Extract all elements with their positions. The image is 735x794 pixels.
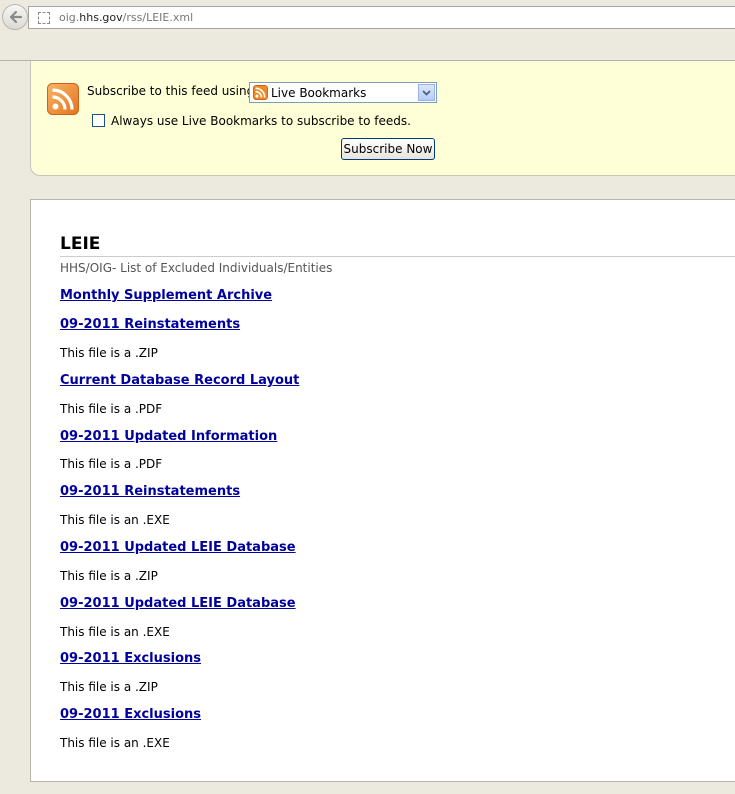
feed-title: LEIE bbox=[60, 234, 101, 254]
title-divider bbox=[60, 256, 735, 257]
live-bookmarks-icon bbox=[253, 85, 268, 100]
subscribe-now-button[interactable]: Subscribe Now bbox=[341, 138, 435, 160]
feed-item-link[interactable]: 09-2011 Exclusions bbox=[60, 707, 201, 723]
feed-reader-select[interactable]: Live Bookmarks bbox=[249, 82, 437, 103]
feed-item-description: This file is a .ZIP bbox=[60, 569, 158, 583]
feed-item-link[interactable]: 09-2011 Exclusions bbox=[60, 651, 201, 667]
feed-item-link[interactable]: Current Database Record Layout bbox=[60, 373, 299, 389]
feed-item-description: This file is a .ZIP bbox=[60, 346, 158, 360]
feed-item-link[interactable]: 09-2011 Updated Information bbox=[60, 429, 277, 445]
feed-item-description: This file is an .EXE bbox=[60, 513, 170, 527]
address-bar[interactable]: oig.hhs.gov/rss/LEIE.xml bbox=[28, 6, 735, 29]
feed-item-link[interactable]: 09-2011 Reinstatements bbox=[60, 317, 240, 333]
subscribe-label: Subscribe to this feed using bbox=[87, 84, 255, 98]
browser-toolbar: oig.hhs.gov/rss/LEIE.xml bbox=[0, 0, 735, 60]
site-identity-icon[interactable] bbox=[38, 11, 50, 24]
feed-item-description: This file is a .ZIP bbox=[60, 680, 158, 694]
dropdown-arrow-button[interactable] bbox=[418, 84, 435, 101]
feed-item-link[interactable]: Monthly Supplement Archive bbox=[60, 288, 272, 304]
feed-item-description: This file is a .PDF bbox=[60, 457, 163, 471]
feed-item-description: This file is an .EXE bbox=[60, 736, 170, 750]
subscribe-panel: Subscribe to this feed using Live Bookma… bbox=[30, 61, 735, 176]
feed-subtitle: HHS/OIG- List of Excluded Individuals/En… bbox=[60, 261, 333, 275]
selected-reader: Live Bookmarks bbox=[271, 85, 367, 100]
feed-item-description: This file is a .PDF bbox=[60, 402, 163, 416]
always-use-label[interactable]: Always use Live Bookmarks to subscribe t… bbox=[111, 113, 411, 129]
feed-item-description: This file is an .EXE bbox=[60, 625, 170, 639]
feed-item-link[interactable]: 09-2011 Reinstatements bbox=[60, 484, 240, 500]
feed-item-link[interactable]: 09-2011 Updated LEIE Database bbox=[60, 596, 296, 612]
back-button[interactable] bbox=[2, 4, 28, 30]
url-text: oig.hhs.gov/rss/LEIE.xml bbox=[59, 11, 194, 24]
always-use-checkbox[interactable] bbox=[92, 114, 105, 127]
feed-item-link[interactable]: 09-2011 Updated LEIE Database bbox=[60, 540, 296, 556]
rss-feed-icon bbox=[47, 83, 79, 115]
chevron-down-icon bbox=[422, 89, 431, 96]
back-arrow-icon bbox=[9, 10, 23, 24]
feed-content: LEIE HHS/OIG- List of Excluded Individua… bbox=[30, 199, 735, 782]
